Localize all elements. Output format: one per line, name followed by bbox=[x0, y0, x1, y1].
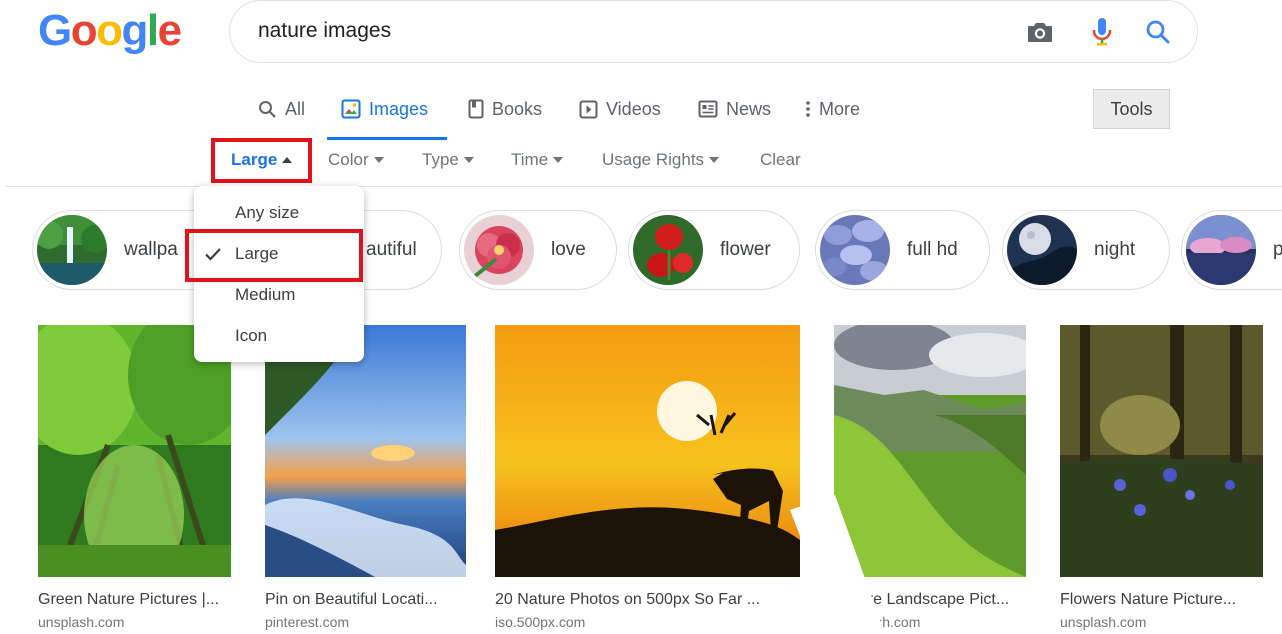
newspaper-icon bbox=[698, 96, 718, 122]
menu-item-any-size[interactable]: Any size bbox=[194, 193, 364, 233]
logo-letter: g bbox=[121, 6, 149, 55]
result-thumbnail bbox=[834, 325, 1026, 577]
tab-label: Books bbox=[492, 99, 543, 119]
result-source: unsplash.com bbox=[38, 614, 125, 630]
search-icon[interactable] bbox=[1141, 15, 1175, 49]
menu-item-label: Any size bbox=[235, 203, 300, 222]
filter-label: Usage Rights bbox=[602, 150, 705, 169]
type-filter[interactable]: Type bbox=[422, 150, 474, 170]
play-icon bbox=[579, 96, 598, 122]
image-result[interactable]: 20 Nature Photos on 500px So Far ... iso… bbox=[495, 325, 800, 630]
result-title[interactable]: Flowers Nature Picture... bbox=[1060, 591, 1263, 609]
logo-letter: e bbox=[157, 6, 182, 55]
kebab-icon bbox=[806, 96, 810, 122]
tab-news[interactable]: News bbox=[698, 96, 771, 140]
chip-flower[interactable]: flower bbox=[628, 210, 800, 290]
search-box bbox=[229, 0, 1198, 63]
result-title[interactable]: Nature Landscape Pict... bbox=[834, 591, 1026, 609]
google-logo[interactable]: Google bbox=[38, 6, 182, 56]
caret-down-icon bbox=[709, 157, 720, 163]
time-filter[interactable]: Time bbox=[511, 150, 564, 170]
logo-letter: o bbox=[96, 6, 123, 55]
result-title[interactable]: Green Nature Pictures |... bbox=[38, 591, 231, 609]
result-thumbnail bbox=[38, 325, 231, 577]
chip-thumbnail bbox=[633, 215, 703, 285]
result-source: pinterest.com bbox=[265, 614, 350, 630]
color-filter[interactable]: Color bbox=[328, 150, 384, 170]
image-icon bbox=[341, 96, 361, 122]
caret-down-icon bbox=[463, 157, 474, 163]
highlight-box bbox=[185, 229, 363, 282]
tools-button[interactable]: Tools bbox=[1093, 89, 1170, 129]
filter-label: Clear bbox=[760, 150, 801, 169]
result-source: unsplash.com bbox=[834, 614, 921, 630]
image-result[interactable]: Nature Landscape Pict... unsplash.com bbox=[834, 325, 1026, 630]
caret-down-icon bbox=[553, 157, 564, 163]
tab-label: More bbox=[819, 99, 861, 119]
menu-item-label: Medium bbox=[235, 285, 296, 304]
chip-label: wallpa bbox=[124, 239, 178, 260]
clear-filters-link[interactable]: Clear bbox=[760, 150, 801, 170]
tab-label: All bbox=[285, 99, 306, 119]
caret-down-icon bbox=[373, 157, 384, 163]
tab-all[interactable]: All bbox=[258, 96, 305, 140]
result-title[interactable]: Pin on Beautiful Locati... bbox=[265, 591, 466, 609]
highlight-box bbox=[211, 138, 312, 183]
result-thumbnail bbox=[495, 325, 800, 577]
chip-label: love bbox=[551, 239, 586, 260]
chip-thumbnail bbox=[37, 215, 107, 285]
image-result[interactable]: Flowers Nature Picture... unsplash.com bbox=[1060, 325, 1263, 630]
tab-label: Images bbox=[369, 99, 429, 119]
chip-thumbnail bbox=[1007, 215, 1077, 285]
tab-videos[interactable]: Videos bbox=[579, 96, 661, 140]
tab-images[interactable]: Images bbox=[341, 96, 428, 140]
search-icon bbox=[258, 96, 277, 122]
tab-label: News bbox=[726, 99, 772, 119]
chip-label: full hd bbox=[907, 239, 958, 260]
result-thumbnail bbox=[265, 325, 466, 577]
result-source: unsplash.com bbox=[1060, 614, 1147, 630]
filter-label: Time bbox=[511, 150, 549, 169]
logo-letter: l bbox=[146, 6, 159, 55]
book-icon bbox=[468, 96, 484, 122]
usage-rights-filter[interactable]: Usage Rights bbox=[602, 150, 720, 170]
chip-thumbnail bbox=[1186, 215, 1256, 285]
chip-full-hd[interactable]: full hd bbox=[815, 210, 990, 290]
result-thumbnail bbox=[1060, 325, 1263, 577]
tab-more[interactable]: More bbox=[806, 96, 860, 140]
logo-letter: G bbox=[38, 6, 72, 55]
image-result[interactable]: Green Nature Pictures |... unsplash.com bbox=[38, 325, 231, 630]
chip-label: p bbox=[1273, 239, 1282, 260]
image-result[interactable]: Pin on Beautiful Locati... pinterest.com bbox=[265, 325, 466, 630]
menu-item-icon[interactable]: Icon bbox=[194, 316, 364, 356]
filter-label: Type bbox=[422, 150, 459, 169]
menu-item-label: Icon bbox=[235, 326, 268, 345]
chip-thumbnail bbox=[464, 215, 534, 285]
camera-icon[interactable] bbox=[1023, 15, 1057, 49]
chip-night[interactable]: night bbox=[1002, 210, 1170, 290]
chip-love[interactable]: love bbox=[459, 210, 617, 290]
logo-letter: o bbox=[70, 6, 98, 55]
chip-label: autiful bbox=[366, 239, 417, 260]
filter-label: Color bbox=[328, 150, 369, 169]
chip-thumbnail bbox=[820, 215, 890, 285]
chip-label: flower bbox=[720, 239, 771, 260]
result-title[interactable]: 20 Nature Photos on 500px So Far ... bbox=[495, 591, 800, 609]
chip-more[interactable]: p bbox=[1181, 210, 1282, 290]
mic-icon[interactable] bbox=[1085, 15, 1119, 49]
tab-books[interactable]: Books bbox=[468, 96, 542, 140]
chip-label: night bbox=[1094, 239, 1136, 260]
search-input[interactable] bbox=[258, 19, 978, 43]
active-tab-indicator bbox=[327, 137, 447, 140]
tab-label: Videos bbox=[606, 99, 661, 119]
result-source: iso.500px.com bbox=[495, 614, 586, 630]
